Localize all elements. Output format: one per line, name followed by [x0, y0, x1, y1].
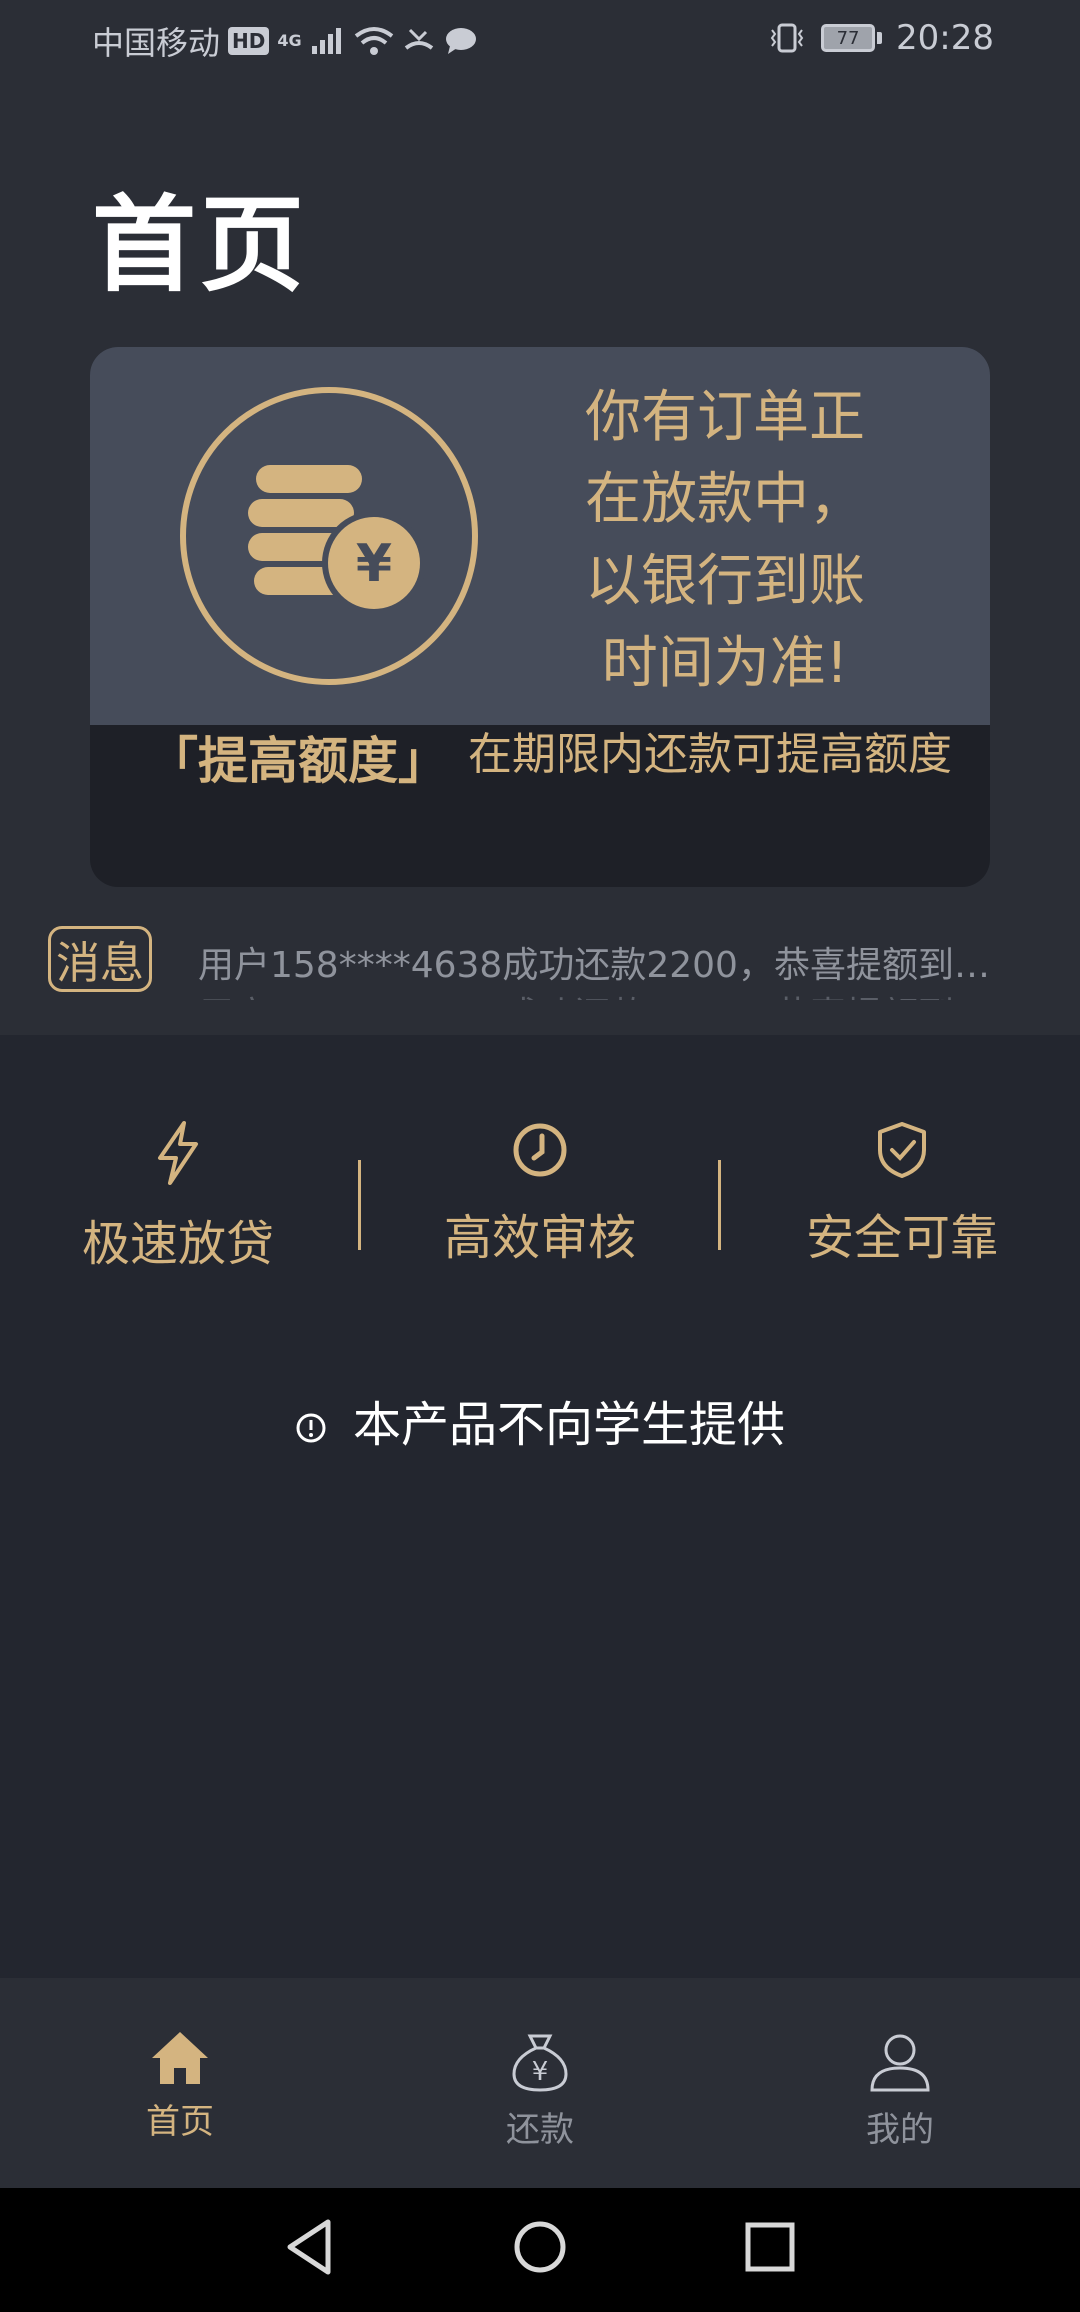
clock-time: 20:28: [896, 18, 994, 58]
feature-safe-reliable: 安全可靠: [782, 1120, 1022, 1268]
bottom-tab-bar: 首页 ¥ 还款 我的: [0, 1978, 1080, 2188]
svg-text:¥: ¥: [532, 2057, 549, 2087]
feature-label: 高效审核: [443, 1210, 636, 1266]
home-icon: [152, 2032, 208, 2084]
lightning-icon: [158, 1121, 198, 1185]
card-top: ¥ 你有订单正在放款中，以银行到账时间为准!: [90, 347, 990, 725]
back-icon[interactable]: [282, 2216, 336, 2278]
card-bottom: 「提高额度」 在期限内还款可提高额度: [90, 725, 990, 887]
tab-label: 首页: [146, 2102, 214, 2142]
svg-text:¥: ¥: [356, 534, 392, 594]
feature-row: 极速放贷 高效审核 安全可靠: [0, 1120, 1080, 1280]
system-nav-bar: [0, 2188, 1080, 2312]
feature-efficient-review: 高效审核: [420, 1120, 660, 1268]
tab-mine[interactable]: 我的: [800, 2030, 1000, 2151]
status-bar: 中国移动 HD 4G 77 20:28: [0, 0, 1080, 80]
carrier-name: 中国移动: [92, 24, 221, 62]
message-ticker[interactable]: 消息 用户158****4638成功还款2200，恭喜提额到34... 用户18…: [0, 920, 1080, 1000]
tab-repay[interactable]: ¥ 还款: [440, 2030, 640, 2151]
student-notice: 本产品不向学生提供: [0, 1385, 1080, 1455]
user-icon: [870, 2034, 930, 2092]
signal-icon: [311, 28, 341, 54]
order-status-text: 你有订单正在放款中，以银行到账时间为准!: [585, 385, 865, 696]
vibrate-icon: [770, 23, 804, 53]
alert-circle-icon: [296, 1413, 326, 1443]
message-icon: [445, 28, 476, 54]
recents-icon[interactable]: [742, 2216, 798, 2278]
wifi-icon: [354, 27, 393, 55]
tab-home[interactable]: 首页: [80, 2030, 280, 2143]
missed-call-icon: [404, 28, 433, 50]
raise-limit-desc: 在期限内还款可提高额度: [468, 729, 952, 780]
message-tag: 消息: [48, 926, 152, 992]
battery-icon: 77: [821, 24, 883, 52]
hd-icon: HD: [228, 27, 270, 55]
ticker-current: 用户158****4638成功还款2200，恭喜提额到34...: [198, 945, 1008, 986]
home-nav-icon[interactable]: [511, 2216, 569, 2278]
raise-limit-title: 「提高额度」: [148, 732, 448, 790]
feature-label: 极速放贷: [81, 1216, 274, 1272]
divider: [718, 1160, 721, 1250]
ticker-next: 用户189****7343成功还款1750，恭喜提额到32...: [198, 986, 1008, 1000]
shield-check-icon: [878, 1122, 926, 1178]
tab-label: 我的: [866, 2110, 934, 2150]
tab-label: 还款: [506, 2110, 574, 2150]
page-title: 首页: [92, 184, 309, 306]
money-bag-icon: ¥: [512, 2034, 568, 2092]
loan-status-card[interactable]: ¥ 你有订单正在放款中，以银行到账时间为准! 「提高额度」 在期限内还款可提高额…: [90, 347, 990, 887]
divider: [358, 1160, 361, 1250]
network-type: 4G: [277, 31, 302, 50]
notice-text: 本产品不向学生提供: [352, 1397, 785, 1453]
feature-label: 安全可靠: [805, 1210, 998, 1266]
feature-fast-loan: 极速放贷: [58, 1120, 298, 1274]
clock-icon: [513, 1123, 567, 1177]
coin-icon: ¥: [180, 387, 478, 685]
